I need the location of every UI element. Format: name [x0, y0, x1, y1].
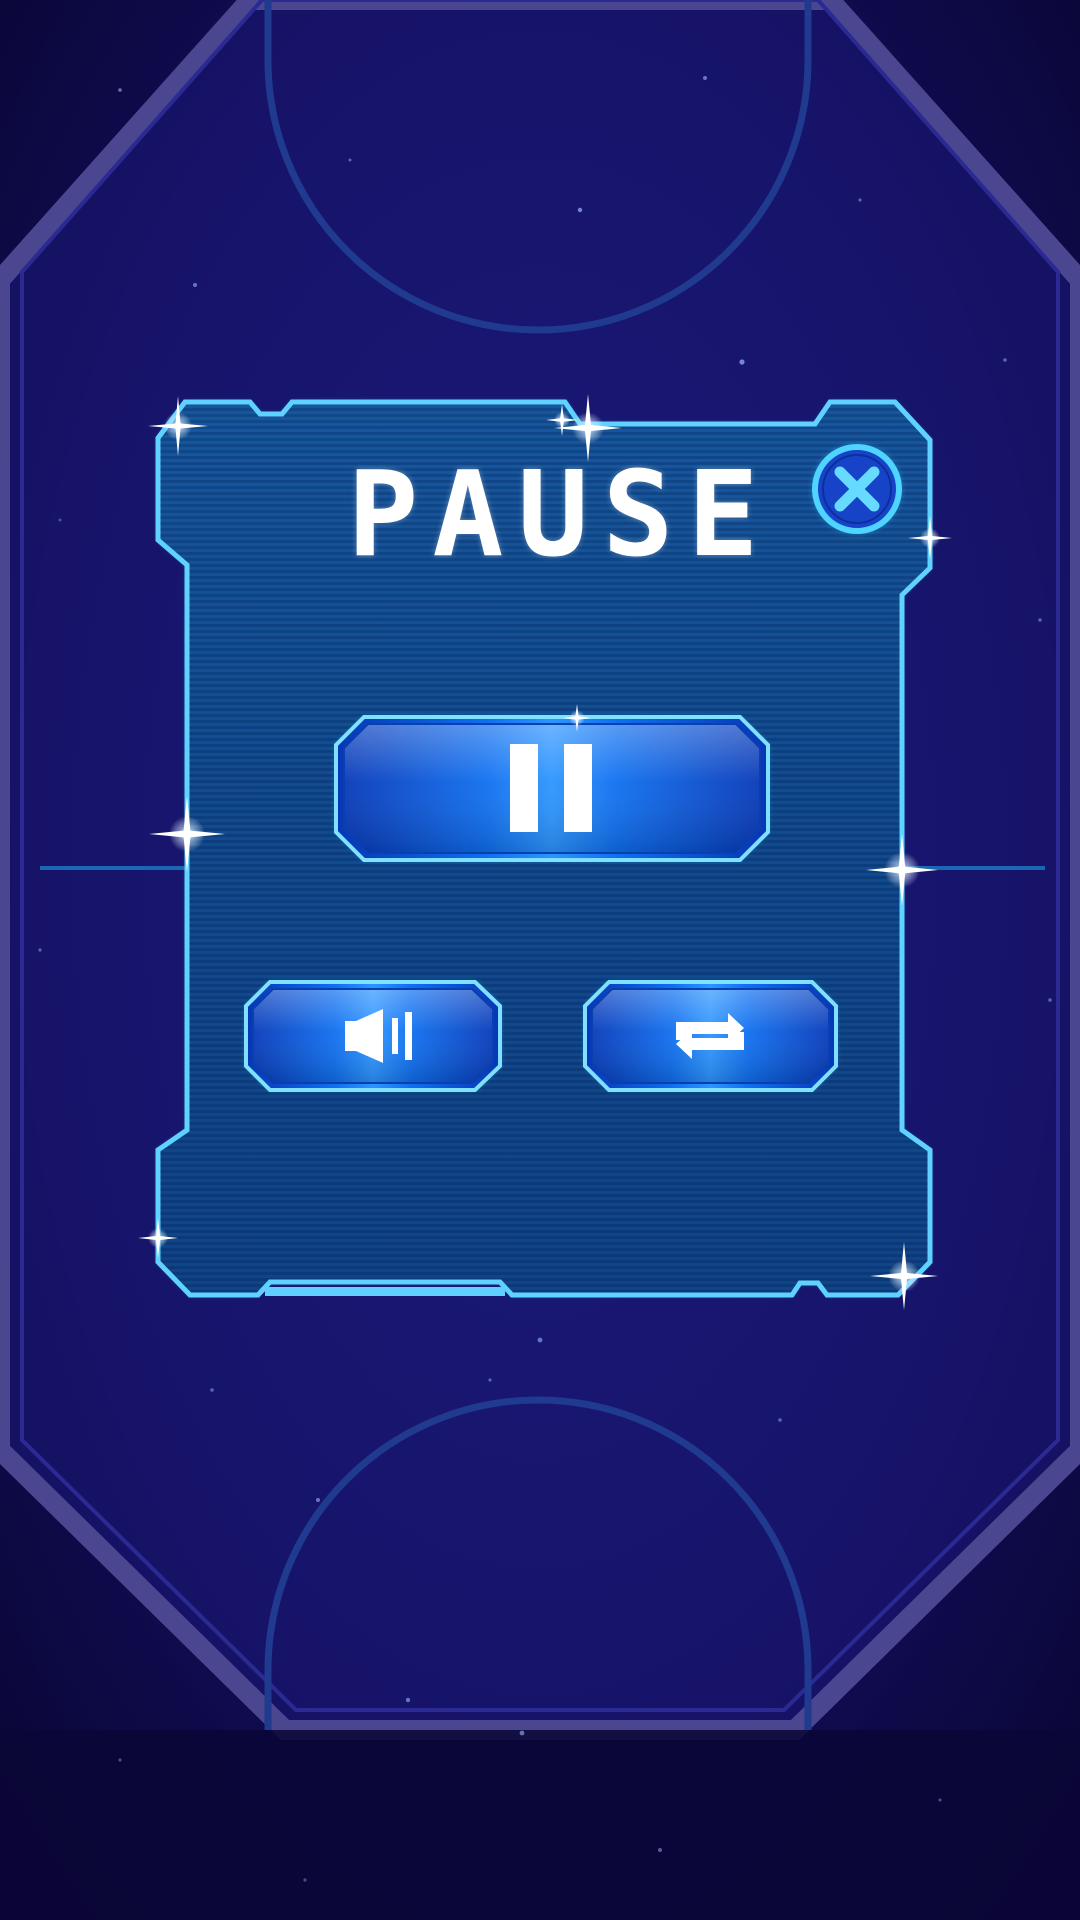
- game-screen: PAUSE: [0, 0, 1080, 1920]
- panel-bottom-bar: [265, 1287, 505, 1296]
- restart-button[interactable]: [583, 980, 838, 1092]
- bottom-strip: [0, 1730, 1080, 1920]
- sound-button[interactable]: [244, 980, 502, 1092]
- close-button[interactable]: [812, 444, 902, 534]
- resume-button[interactable]: [334, 715, 770, 862]
